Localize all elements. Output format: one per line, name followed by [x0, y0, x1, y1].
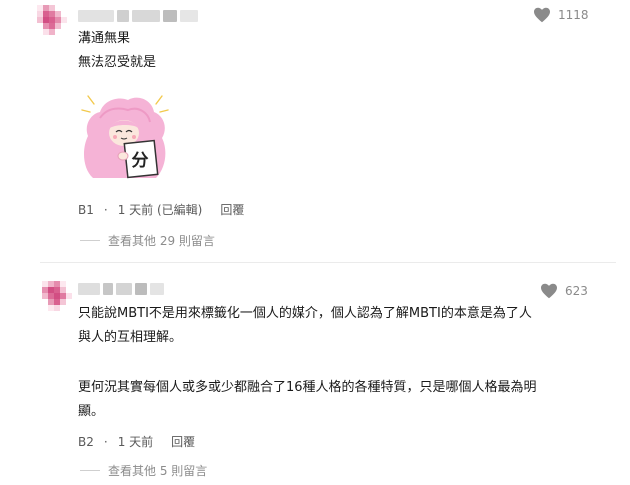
comment-line: 只能說MBTI不是用來標籤化一個人的媒介，個人認為了解MBTI的本意是為了人 — [78, 306, 532, 321]
floor-number: B2 — [78, 434, 94, 449]
timestamp: 1 天前 — [117, 435, 154, 449]
avatar[interactable] — [42, 281, 72, 311]
separator-dot: · — [103, 434, 108, 449]
reply-button[interactable]: 回覆 — [171, 433, 195, 450]
comment-line: 更何況其實每個人或多或少都融合了16種人格的各種特質，只是哪個人格最為明 — [78, 380, 537, 395]
divider-line — [80, 470, 100, 471]
author-name-blurred[interactable] — [78, 283, 164, 295]
comment-meta: B2 · 1 天前 回覆 — [78, 433, 195, 450]
view-more-replies[interactable]: 查看其他 5 則留言 — [80, 462, 207, 479]
heart-icon — [541, 283, 557, 299]
comment-b2: 623 只能說MBTI不是用來標籤化一個人的媒介，個人認為了解MBTI的本意是為… — [0, 0, 630, 485]
like-button[interactable]: 623 — [540, 283, 588, 299]
comment-line: 顯。 — [78, 404, 105, 419]
view-more-label: 查看其他 5 則留言 — [108, 464, 208, 478]
like-count: 623 — [565, 284, 588, 298]
comment-line: 與人的互相理解。 — [78, 330, 183, 345]
